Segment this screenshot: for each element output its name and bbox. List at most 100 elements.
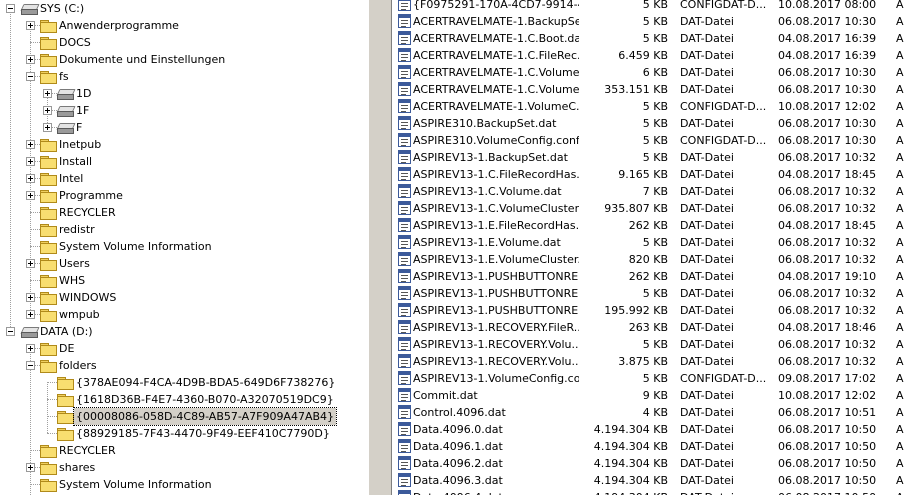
tree-item[interactable]: WHS — [0, 272, 368, 289]
tree-item[interactable]: {00008086-058D-4C89-AB57-A7F909A47AB4} — [0, 407, 368, 426]
expand-icon[interactable] — [26, 191, 35, 200]
dat-file-icon — [398, 48, 411, 62]
expand-icon[interactable] — [26, 174, 35, 183]
file-row[interactable]: ASPIREV13-1.E.Volume.dat 5 KB DAT-Datei 06.… — [392, 234, 920, 251]
tree-item[interactable]: DATA (D:) — [0, 323, 368, 340]
file-row[interactable]: Data.4096.1.dat 4.194.304 KB DAT-Datei 06.0… — [392, 438, 920, 455]
file-row[interactable]: ASPIREV13-1.RECOVERY.Volu... 5 KB DAT-Date… — [392, 336, 920, 353]
expand-icon[interactable] — [26, 21, 35, 30]
tree-item[interactable]: {1618D36B-F4E7-4360-B070-A32070519DC9} — [0, 391, 368, 408]
file-attributes: A — [896, 321, 904, 334]
file-row[interactable]: Data.4096.3.dat 4.194.304 KB DAT-Datei 06.0… — [392, 472, 920, 489]
collapse-icon[interactable] — [6, 4, 15, 13]
expand-icon[interactable] — [26, 293, 35, 302]
tree-item[interactable]: 1F — [0, 102, 368, 119]
file-row[interactable]: ASPIREV13-1.RECOVERY.Volu... 3.875 KB DAT-… — [392, 353, 920, 370]
file-row[interactable]: Data.4096.0.dat 4.194.304 KB DAT-Datei 06.0… — [392, 421, 920, 438]
file-row[interactable]: ACERTRAVELMATE-1.C.FileRec... 6.459 KB DAT… — [392, 47, 920, 64]
file-date: 04.08.2017 18:45 — [778, 219, 877, 232]
file-row[interactable]: ASPIREV13-1.C.Volume.dat 7 KB DAT-Datei 06.… — [392, 183, 920, 200]
expand-icon[interactable] — [26, 344, 35, 353]
expand-icon[interactable] — [43, 89, 52, 98]
tree-item[interactable]: Inetpub — [0, 136, 368, 153]
file-attributes: A — [896, 219, 904, 232]
dat-file-icon — [398, 99, 411, 113]
dat-file-icon — [398, 371, 411, 385]
expand-icon[interactable] — [26, 463, 35, 472]
expand-icon[interactable] — [26, 310, 35, 319]
collapse-icon[interactable] — [26, 361, 35, 370]
file-row[interactable]: ASPIREV13-1.C.FileRecordHas... 9.165 KB DA… — [392, 166, 920, 183]
file-row[interactable]: ASPIRE310.VolumeConfig.confi... 5 KB CONFI… — [392, 132, 920, 149]
file-row[interactable]: ACERTRAVELMATE-1.C.Volume... 353.151 KB DA… — [392, 81, 920, 98]
file-row[interactable]: ASPIREV13-1.PUSHBUTTONRE... 195.992 KB DAT… — [392, 302, 920, 319]
file-row[interactable]: Control.4096.dat 4 KB DAT-Datei 06.08.2017 … — [392, 404, 920, 421]
tree-item[interactable]: Intel — [0, 170, 368, 187]
tree-item[interactable]: F — [0, 119, 368, 136]
tree-item[interactable]: RECYCLER — [0, 204, 368, 221]
file-row[interactable]: ACERTRAVELMATE-1.C.Volume... 6 KB DAT-Date… — [392, 64, 920, 81]
collapse-icon[interactable] — [6, 327, 15, 336]
expand-icon[interactable] — [26, 157, 35, 166]
file-row[interactable]: ASPIREV13-1.VolumeConfig.co... 5 KB CONFIG… — [392, 370, 920, 387]
dat-file-icon — [398, 116, 411, 130]
file-row[interactable]: ASPIREV13-1.C.VolumeCluster.... 935.807 K… — [392, 200, 920, 217]
file-row[interactable]: Data.4096.4.dat4.194.304 KB DAT-Datei06.0… — [392, 489, 920, 495]
file-type: CONFIGDAT-D... — [680, 372, 767, 385]
folder-icon — [40, 35, 57, 50]
file-row[interactable]: ASPIREV13-1.BackupSet.dat 5 KB DAT-Datei 06… — [392, 149, 920, 166]
file-row[interactable]: ACERTRAVELMATE-1.VolumeC... 5 KB CONFIGDAT… — [392, 98, 920, 115]
tree-item[interactable]: wmpub — [0, 306, 368, 323]
file-row[interactable]: ACERTRAVELMATE-1.C.Boot.dat 5 KB DAT-Datei… — [392, 30, 920, 47]
collapse-icon[interactable] — [26, 72, 35, 81]
tree-item[interactable]: WINDOWS — [0, 289, 368, 306]
folder-icon — [40, 443, 57, 458]
dat-file-icon — [398, 303, 411, 317]
tree-item[interactable]: shares — [0, 459, 368, 476]
tree-item[interactable]: 1D — [0, 85, 368, 102]
file-row[interactable]: ASPIRE310.BackupSet.dat 5 KB DAT-Datei 06.0… — [392, 115, 920, 132]
dat-file-icon — [398, 133, 411, 147]
folder-tree[interactable]: SYS (C:) Anwenderprogramme DOCS Dokumente u… — [0, 0, 368, 495]
tree-item[interactable]: SYS (C:) — [0, 0, 368, 17]
tree-item[interactable]: Dokumente und Einstellungen — [0, 51, 368, 68]
tree-item[interactable]: System Volume Information — [0, 238, 368, 255]
tree-item[interactable]: Install — [0, 153, 368, 170]
folder-icon — [57, 375, 74, 390]
tree-item[interactable]: Programme — [0, 187, 368, 204]
file-row[interactable]: ASPIREV13-1.E.VolumeCluster.... 820 KB DAT… — [392, 251, 920, 268]
file-name: Control.4096.dat — [413, 406, 506, 419]
file-row[interactable]: {F0975291-170A-4CD7-9914-4... 5 KB CONFIGD… — [392, 0, 920, 13]
tree-item[interactable]: fs — [0, 68, 368, 85]
tree-item[interactable]: DE — [0, 340, 368, 357]
file-row[interactable]: ASPIREV13-1.RECOVERY.FileR... 263 KB DAT-D… — [392, 319, 920, 336]
file-attributes: A — [896, 185, 904, 198]
file-row[interactable]: ASPIREV13-1.PUSHBUTTONRE... 5 KB DAT-Datei… — [392, 285, 920, 302]
tree-item[interactable]: {88929185-7F43-4470-9F49-EEF410C7790D} — [0, 425, 368, 442]
expand-icon[interactable] — [43, 123, 52, 132]
tree-item[interactable]: RECYCLER — [0, 442, 368, 459]
file-size: 7 KB — [642, 185, 668, 198]
expand-icon[interactable] — [26, 140, 35, 149]
file-row[interactable]: ASPIREV13-1.E.FileRecordHas... 262 KB DAT-… — [392, 217, 920, 234]
tree-item[interactable]: Users — [0, 255, 368, 272]
expand-icon[interactable] — [26, 55, 35, 64]
tree-item[interactable]: folders — [0, 357, 368, 374]
file-size: 262 KB — [628, 270, 668, 283]
expand-icon[interactable] — [43, 106, 52, 115]
file-row[interactable]: ASPIREV13-1.PUSHBUTTONRE... 262 KB DAT-Dat… — [392, 268, 920, 285]
file-row[interactable]: ACERTRAVELMATE-1.BackupSe... 5 KB DAT-Date… — [392, 13, 920, 30]
expand-icon[interactable] — [26, 259, 35, 268]
file-row[interactable]: Data.4096.2.dat 4.194.304 KB DAT-Datei 06.0… — [392, 455, 920, 472]
tree-item[interactable]: System Volume Information — [0, 476, 368, 493]
file-attributes: A — [896, 338, 904, 351]
file-row[interactable]: Commit.dat 9 KB DAT-Datei 10.08.2017 12:02 A — [392, 387, 920, 404]
tree-item[interactable]: Anwenderprogramme — [0, 17, 368, 34]
file-list[interactable]: {F0975291-170A-4CD7-9914-4... 5 KB CONFIGD… — [392, 0, 920, 495]
tree-item[interactable]: {378AE094-F4CA-4D9B-BDA5-649D6F738276} — [0, 374, 368, 391]
tree-item[interactable]: redistr — [0, 221, 368, 238]
tree-item[interactable]: DOCS — [0, 34, 368, 51]
file-size: 820 KB — [628, 253, 668, 266]
file-attributes: A — [896, 270, 904, 283]
pane-splitter[interactable] — [368, 0, 392, 495]
